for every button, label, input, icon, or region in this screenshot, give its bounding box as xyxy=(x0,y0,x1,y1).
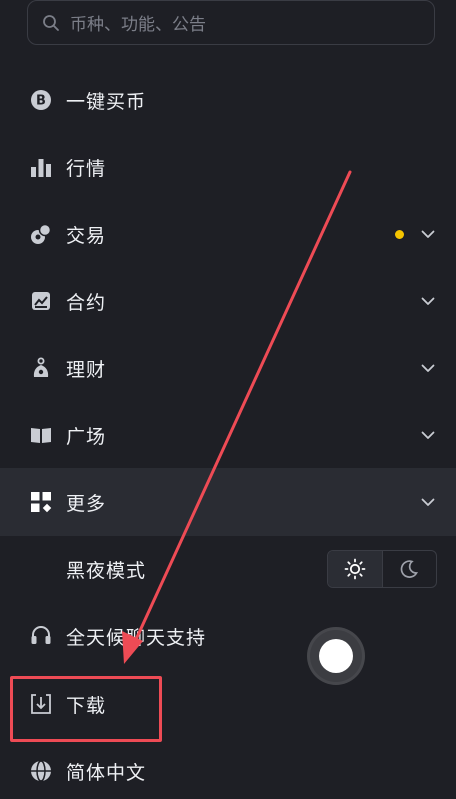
menu-label-contract: 合约 xyxy=(66,291,107,314)
menu-label-support: 全天候聊天支持 xyxy=(66,626,207,649)
sun-icon[interactable] xyxy=(328,551,383,587)
chevron-down-icon[interactable] xyxy=(420,427,436,443)
menu-item-trade[interactable]: 交易 xyxy=(0,206,456,262)
svg-text:B: B xyxy=(36,94,46,109)
bitcoin-icon: B xyxy=(28,87,54,113)
menu-label-trade: 交易 xyxy=(66,224,107,247)
bar-chart-icon xyxy=(28,154,54,180)
menu-label-square: 广场 xyxy=(66,425,107,448)
menu-label-market: 行情 xyxy=(66,157,107,180)
chevron-down-icon[interactable] xyxy=(420,494,436,510)
assistive-touch-inner xyxy=(319,639,353,673)
notification-dot xyxy=(395,229,404,239)
chevron-down-icon[interactable] xyxy=(420,293,436,309)
money-bag-icon xyxy=(28,355,54,381)
theme-toggle[interactable] xyxy=(327,550,437,588)
assistive-touch-button[interactable] xyxy=(310,630,362,682)
menu-item-language[interactable]: 简体中文 xyxy=(0,743,456,799)
menu-item-contract[interactable]: 合约 xyxy=(0,273,456,329)
annotation-highlight-box xyxy=(10,676,162,742)
search-box[interactable]: 币种、功能、公告 xyxy=(27,0,435,45)
moon-icon[interactable] xyxy=(383,551,437,587)
menu-item-buy[interactable]: B 一键买币 xyxy=(0,72,456,128)
globe-icon xyxy=(28,758,54,784)
contract-icon xyxy=(28,288,54,314)
trade-icon xyxy=(28,221,54,247)
grid-icon xyxy=(28,489,54,515)
search-icon xyxy=(42,14,60,32)
chevron-down-icon[interactable] xyxy=(420,360,436,376)
menu-item-market[interactable]: 行情 xyxy=(0,139,456,195)
menu-item-more[interactable]: 更多 xyxy=(0,474,456,530)
menu-label-language: 简体中文 xyxy=(66,761,147,784)
search-placeholder: 币种、功能、公告 xyxy=(70,15,206,35)
chevron-down-icon[interactable] xyxy=(420,226,436,242)
headset-icon xyxy=(28,623,54,649)
menu-label-finance: 理财 xyxy=(66,358,107,381)
menu-label-buy: 一键买币 xyxy=(66,90,147,113)
menu-item-support[interactable]: 全天候聊天支持 xyxy=(0,608,456,664)
menu-item-square[interactable]: 广场 xyxy=(0,407,456,463)
menu-label-night-mode: 黑夜模式 xyxy=(66,559,147,582)
book-icon xyxy=(28,422,54,448)
menu-label-more: 更多 xyxy=(66,492,107,515)
menu-item-finance[interactable]: 理财 xyxy=(0,340,456,396)
